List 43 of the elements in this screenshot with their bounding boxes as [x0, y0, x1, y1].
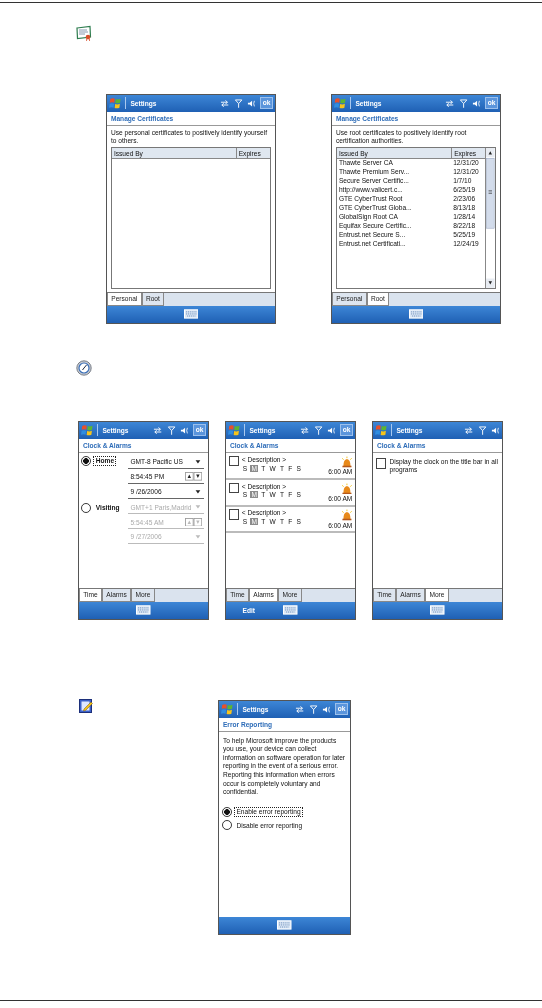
checkbox[interactable] [375, 458, 387, 469]
sync-icon[interactable] [445, 98, 455, 108]
alarm-bell-icon[interactable] [340, 455, 353, 468]
sync-icon[interactable] [153, 425, 163, 435]
sync-icon[interactable] [295, 704, 305, 714]
clock-icon [76, 360, 92, 376]
scroll-bar[interactable] [485, 148, 496, 289]
signal-icon[interactable] [308, 704, 318, 714]
keyboard-icon[interactable] [430, 605, 445, 616]
signal-icon[interactable] [166, 425, 176, 435]
sync-icon[interactable] [300, 425, 310, 435]
signal-icon[interactable] [458, 98, 468, 108]
checkbox[interactable] [228, 455, 240, 467]
document-pencil-icon [78, 698, 94, 714]
speaker-icon[interactable] [321, 704, 332, 714]
keyboard-icon[interactable] [408, 309, 424, 320]
signal-icon[interactable] [313, 425, 323, 435]
speaker-icon[interactable] [179, 425, 190, 435]
caret-icon[interactable] [194, 457, 203, 466]
spinner-arrows-icon[interactable] [184, 472, 203, 481]
keyboard-icon[interactable] [283, 605, 298, 616]
speaker-icon[interactable] [471, 98, 482, 108]
checkbox[interactable] [228, 509, 240, 520]
start-flag-icon[interactable] [108, 97, 122, 110]
alarm-bell-icon[interactable] [340, 482, 353, 495]
speaker-icon[interactable] [490, 425, 501, 435]
keyboard-icon[interactable] [277, 920, 292, 931]
start-flag-icon[interactable] [374, 424, 388, 437]
start-flag-icon[interactable] [333, 97, 347, 110]
alarm-bell-icon[interactable] [340, 509, 353, 522]
keyboard-icon[interactable] [136, 605, 151, 616]
speaker-icon[interactable] [326, 425, 337, 435]
speaker-icon[interactable] [246, 98, 257, 108]
certificate-icon [76, 25, 92, 41]
start-flag-icon[interactable] [80, 424, 94, 437]
sync-icon[interactable] [464, 425, 474, 435]
signal-icon[interactable] [477, 425, 487, 435]
signal-icon[interactable] [233, 98, 243, 108]
sync-icon[interactable] [220, 98, 230, 108]
checkbox[interactable] [228, 482, 240, 494]
start-flag-icon[interactable] [220, 703, 234, 716]
start-flag-icon[interactable] [227, 424, 241, 437]
keyboard-icon[interactable] [183, 309, 199, 320]
